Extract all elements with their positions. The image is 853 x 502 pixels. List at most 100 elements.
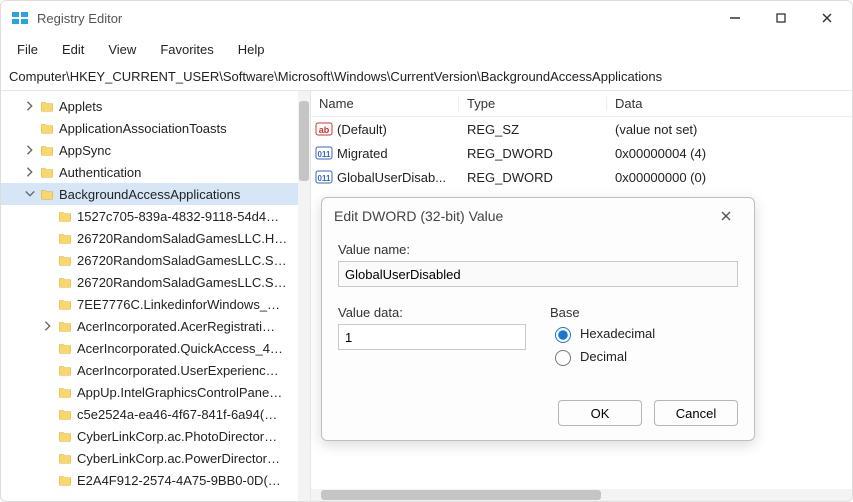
menu-file[interactable]: File (7, 38, 48, 61)
chevron-right-icon[interactable] (41, 319, 55, 333)
tree-item[interactable]: 26720RandomSaladGamesLLC.S… (1, 249, 310, 271)
tree-item-label: 7EE7776C.LinkedinforWindows_… (77, 297, 280, 312)
tree-item[interactable]: AppUp.IntelGraphicsControlPane… (1, 381, 310, 403)
folder-icon (57, 232, 73, 245)
tree-item[interactable]: CyberLinkCorp.ac.PhotoDirector… (1, 425, 310, 447)
ok-button[interactable]: OK (558, 400, 642, 426)
dialog-close-button[interactable] (710, 202, 742, 230)
radio-dec[interactable] (555, 350, 571, 366)
minimize-button[interactable] (712, 3, 758, 33)
tree-scrollbar-thumb[interactable] (299, 101, 309, 181)
folder-icon (57, 320, 73, 333)
menu-help[interactable]: Help (228, 38, 275, 61)
tree-item[interactable]: BackgroundAccessApplications (1, 183, 310, 205)
tree-item[interactable]: E2A4F912-2574-4A75-9BB0-0D(… (1, 469, 310, 491)
value-data: 0x00000000 (0) (607, 170, 852, 185)
value-type: REG_DWORD (459, 170, 607, 185)
list-scrollbar[interactable] (311, 489, 852, 501)
tree-item[interactable]: Applets (1, 95, 310, 117)
base-label: Base (550, 305, 738, 320)
edit-dword-dialog: Edit DWORD (32-bit) Value Value name: Va… (321, 197, 755, 441)
tree-item[interactable]: CyberLinkCorp.ac.PowerDirector… (1, 447, 310, 469)
chevron-right-icon[interactable] (23, 99, 37, 113)
folder-icon (39, 144, 55, 157)
folder-icon (57, 342, 73, 355)
menu-favorites[interactable]: Favorites (150, 38, 223, 61)
col-header-data[interactable]: Data (607, 96, 852, 111)
folder-icon (57, 430, 73, 443)
tree-item[interactable]: AcerIncorporated.UserExperienc… (1, 359, 310, 381)
tree-item[interactable]: Authentication (1, 161, 310, 183)
tree-item[interactable]: 7EE7776C.LinkedinforWindows_… (1, 293, 310, 315)
close-button[interactable] (804, 3, 850, 33)
radio-hex-label: Hexadecimal (580, 326, 655, 341)
window-title: Registry Editor (37, 11, 712, 26)
value-name: GlobalUserDisab... (337, 170, 446, 185)
folder-icon (57, 474, 73, 487)
tree-item-label: ApplicationAssociationToasts (59, 121, 227, 136)
value-row[interactable]: (Default)REG_SZ(value not set) (311, 117, 852, 141)
value-data: 0x00000004 (4) (607, 146, 852, 161)
menu-view[interactable]: View (98, 38, 146, 61)
value-row[interactable]: MigratedREG_DWORD0x00000004 (4) (311, 141, 852, 165)
tree-item[interactable]: AcerIncorporated.QuickAccess_4… (1, 337, 310, 359)
chevron-down-icon[interactable] (23, 187, 37, 201)
col-header-name[interactable]: Name (311, 96, 459, 111)
value-name: Migrated (337, 146, 388, 161)
tree-item-label: AcerIncorporated.AcerRegistrati… (77, 319, 275, 334)
reg-dword-icon (315, 169, 333, 185)
value-name-field[interactable] (338, 261, 738, 287)
col-header-type[interactable]: Type (459, 96, 607, 111)
folder-icon (39, 188, 55, 201)
tree-item[interactable]: AppSync (1, 139, 310, 161)
dialog-title: Edit DWORD (32-bit) Value (334, 208, 710, 224)
reg-dword-icon (315, 145, 333, 161)
folder-icon (57, 210, 73, 223)
value-type: REG_SZ (459, 122, 607, 137)
list-scrollbar-thumb[interactable] (321, 490, 601, 500)
cancel-button[interactable]: Cancel (654, 400, 738, 426)
body: Applets ApplicationAssociationToasts AppSy… (1, 91, 852, 501)
tree-item[interactable]: c5e2524a-ea46-4f67-841f-6a94(… (1, 403, 310, 425)
menubar: File Edit View Favorites Help (1, 35, 852, 63)
base-option-hex[interactable]: Hexadecimal (550, 324, 738, 343)
tree-item-label: CyberLinkCorp.ac.PowerDirector… (77, 451, 280, 466)
tree-item-label: AppUp.IntelGraphicsControlPane… (77, 385, 282, 400)
tree-item[interactable]: 26720RandomSaladGamesLLC.H… (1, 227, 310, 249)
tree-item-label: CyberLinkCorp.ac.PhotoDirector… (77, 429, 277, 444)
tree-item-label: AppSync (59, 143, 111, 158)
folder-icon (39, 166, 55, 179)
value-name-label: Value name: (338, 242, 738, 257)
tree-item-label: Authentication (59, 165, 141, 180)
base-option-dec[interactable]: Decimal (550, 347, 738, 366)
address-bar[interactable]: Computer\HKEY_CURRENT_USER\Software\Micr… (1, 63, 852, 91)
tree-item[interactable]: AcerIncorporated.AcerRegistrati… (1, 315, 310, 337)
folder-icon (39, 100, 55, 113)
tree-item[interactable]: 26720RandomSaladGamesLLC.S… (1, 271, 310, 293)
tree-item-label: 26720RandomSaladGamesLLC.H… (77, 231, 287, 246)
menu-edit[interactable]: Edit (52, 38, 94, 61)
value-row[interactable]: GlobalUserDisab... REG_DWORD0x00000000 (0… (311, 165, 852, 189)
registry-editor-window: Registry Editor File Edit View Favorites… (0, 0, 853, 502)
tree-item-label: E2A4F912-2574-4A75-9BB0-0D(… (77, 473, 281, 488)
tree-item-label: 26720RandomSaladGamesLLC.S… (77, 275, 287, 290)
folder-icon (57, 276, 73, 289)
tree-item[interactable]: ApplicationAssociationToasts (1, 117, 310, 139)
chevron-right-icon[interactable] (23, 165, 37, 179)
tree-scrollbar[interactable] (298, 91, 310, 501)
dialog-titlebar: Edit DWORD (32-bit) Value (322, 198, 754, 234)
folder-icon (57, 254, 73, 267)
folder-icon (57, 386, 73, 399)
radio-hex[interactable] (555, 327, 571, 343)
tree-item-label: 26720RandomSaladGamesLLC.S… (77, 253, 287, 268)
folder-icon (57, 364, 73, 377)
reg-string-icon (315, 121, 333, 137)
value-data-field[interactable] (338, 324, 526, 350)
value-data-label: Value data: (338, 305, 526, 320)
maximize-button[interactable] (758, 3, 804, 33)
tree-item-label: AcerIncorporated.UserExperienc… (77, 363, 279, 378)
registry-tree[interactable]: Applets ApplicationAssociationToasts AppSy… (1, 91, 311, 501)
tree-item[interactable]: 1527c705-839a-4832-9118-54d4… (1, 205, 310, 227)
chevron-right-icon[interactable] (23, 143, 37, 157)
list-header: Name Type Data (311, 91, 852, 117)
